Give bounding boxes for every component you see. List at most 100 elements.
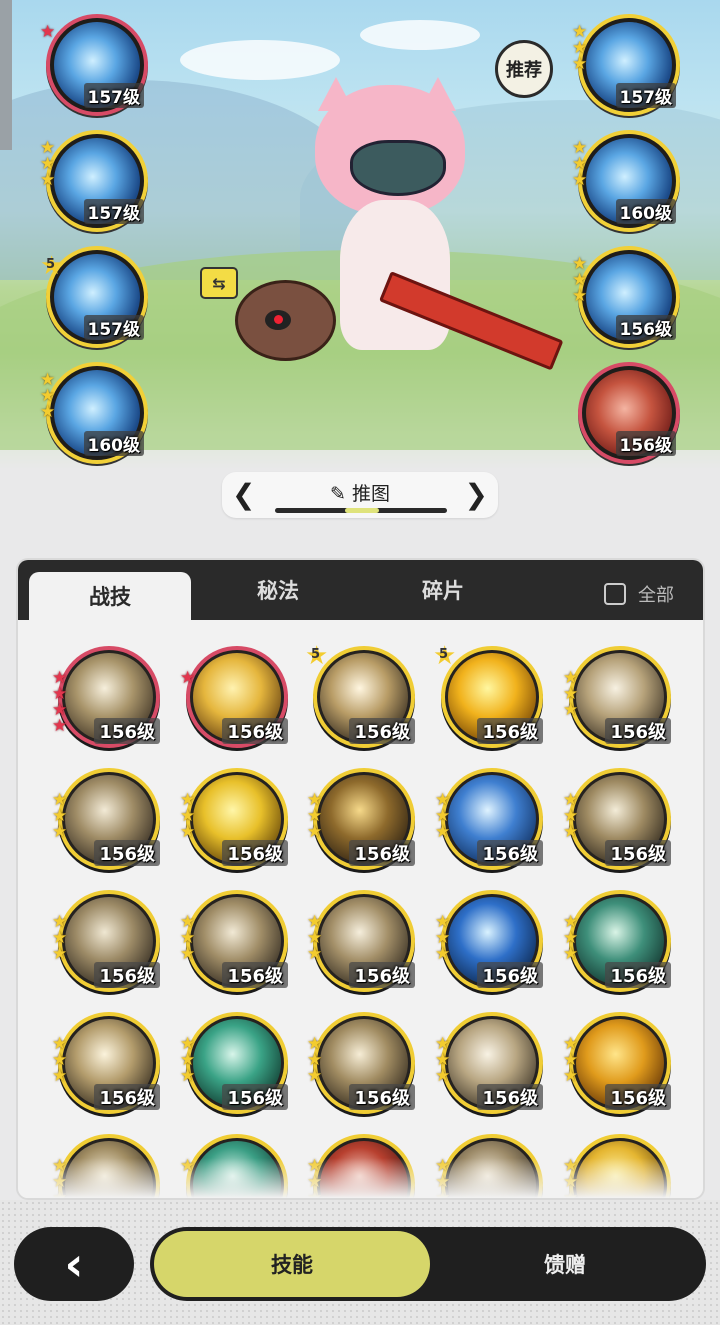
cloud bbox=[360, 20, 480, 50]
skill-level: 156级 bbox=[94, 718, 160, 744]
skill-grid-item[interactable]: 156级 ★ ★ ★ bbox=[305, 1010, 415, 1116]
skill-grid-item[interactable]: 156级 ★ 5 bbox=[305, 643, 415, 750]
skill-grid: 156级 ★ ★ ★ ★ 156级 ★ 156级 ★ 5 156级 ★ 5 156级 ★ ★ ★ 156级 ★ ★ ★ 1… bbox=[18, 620, 703, 1198]
skill-level: 157级 bbox=[83, 83, 144, 108]
star-rank-badge: ★ 5 bbox=[305, 643, 329, 669]
show-all-label: 全部 bbox=[638, 585, 674, 606]
star-icon: ★ bbox=[52, 944, 68, 964]
tab-combat-skills[interactable]: 战技 bbox=[29, 572, 191, 620]
skill-grid-item[interactable]: 156级 ★ ★ ★ bbox=[433, 1010, 543, 1116]
star-rating: ★★★ bbox=[40, 372, 56, 422]
star-rating: ★★★ bbox=[180, 1036, 196, 1086]
equipped-skill-slot[interactable]: 157级 ★ ★ ★ bbox=[40, 130, 148, 232]
show-all-checkbox[interactable] bbox=[604, 583, 626, 605]
star-rating: ★★★ bbox=[563, 914, 578, 963]
skill-level: 156级 bbox=[605, 840, 671, 866]
tab-bar: 战技 秘法 碎片 全部 bbox=[18, 560, 703, 620]
skill-grid-item[interactable]: 156级 ★ ★ ★ bbox=[561, 1010, 671, 1116]
tab-skills[interactable]: 技能 bbox=[154, 1231, 430, 1297]
equipped-skill-slot[interactable]: 160级 ★ ★ ★ bbox=[40, 362, 148, 464]
star-rank-number: 5 bbox=[46, 257, 56, 272]
star-rank-badge: ★ 5 bbox=[40, 253, 64, 279]
back-icon: ‹ bbox=[64, 1237, 84, 1291]
star-icon: ★ bbox=[307, 1066, 323, 1086]
star-rating: ★★★ bbox=[52, 1036, 68, 1086]
star-rating: ★★★ bbox=[435, 792, 451, 842]
skill-grid-item[interactable]: 156级 ★ ★ ★ bbox=[561, 644, 671, 750]
equipped-skill-slot[interactable]: 157级 ★ ★ ★ bbox=[572, 14, 680, 116]
star-icon: ★ bbox=[40, 402, 56, 422]
star-icon: ★ bbox=[180, 944, 196, 964]
skill-level: 156级 bbox=[349, 718, 415, 744]
battle-scene: 157级 ★ 157级 ★ ★ ★ 157级 ★ 5 160级 ★ ★ ★ 157级 ★ ★ ★ 160级 ★ ★ ★… bbox=[0, 0, 720, 470]
skill-grid-item[interactable]: 156级 ★ ★ ★ bbox=[305, 888, 415, 994]
star-icon: ★ bbox=[180, 668, 196, 688]
skill-level: 156级 bbox=[477, 718, 543, 744]
star-rating: ★★★ bbox=[563, 1036, 578, 1085]
star-icon: ★ bbox=[435, 822, 451, 842]
skill-grid-item[interactable]: 156级 ★ ★ ★ bbox=[50, 766, 160, 872]
equipped-skill-slot[interactable]: 156级 bbox=[578, 362, 680, 464]
skill-grid-item[interactable]: 156级 ★ ★ ★ bbox=[433, 888, 543, 994]
star-icon: ★ bbox=[180, 822, 196, 842]
star-icon: ★ bbox=[40, 170, 56, 190]
skill-grid-item[interactable]: 156级 ★ ★ ★ bbox=[178, 766, 288, 872]
skill-grid-item[interactable]: 156级 ★ 5 bbox=[433, 643, 543, 750]
star-rank-number: 5 bbox=[439, 647, 449, 662]
star-rating: ★★★ bbox=[52, 792, 68, 842]
equipped-skill-slot[interactable]: 157级 ★ bbox=[40, 14, 148, 116]
skill-level: 156级 bbox=[605, 962, 671, 988]
next-mode-icon[interactable]: ❯ bbox=[465, 478, 488, 511]
skill-grid-item[interactable]: 156级 ★ ★ ★ bbox=[178, 1010, 288, 1116]
skill-grid-item[interactable]: 156级 ★ ★ ★ bbox=[305, 766, 415, 872]
skill-level: 156级 bbox=[94, 1084, 160, 1110]
skill-grid-item[interactable]: 156级 ★ ★ ★ bbox=[50, 1010, 160, 1116]
skill-grid-item[interactable]: 156级 ★ ★ ★ bbox=[561, 888, 671, 994]
skill-level: 156级 bbox=[477, 1084, 543, 1110]
star-icon: ★ bbox=[563, 700, 579, 720]
star-icon: ★ bbox=[40, 22, 56, 42]
tab-fragments[interactable]: 碎片 bbox=[383, 560, 503, 620]
star-icon: ★ bbox=[52, 716, 68, 736]
star-rating: ★★★ bbox=[572, 24, 588, 74]
hero-character bbox=[230, 77, 564, 375]
recommend-label: 推荐 bbox=[506, 60, 542, 81]
star-icon: ★ bbox=[52, 1066, 68, 1086]
scroll-fade bbox=[18, 1158, 703, 1198]
tab-gifts[interactable]: 馈赠 bbox=[440, 1231, 690, 1297]
skill-level: 157级 bbox=[83, 199, 144, 224]
star-rating: ★★★ bbox=[563, 670, 579, 720]
star-rank-number: 5 bbox=[311, 647, 321, 662]
equipped-skill-slot[interactable]: 157级 ★ 5 bbox=[40, 246, 148, 348]
skill-grid-item[interactable]: 156级 ★ bbox=[178, 644, 288, 750]
skill-level: 156级 bbox=[477, 962, 543, 988]
star-rating: ★ bbox=[180, 668, 196, 688]
skill-level: 156级 bbox=[615, 315, 676, 340]
back-button[interactable]: ‹ bbox=[14, 1227, 134, 1301]
skill-grid-item[interactable]: 156级 ★ ★ ★ bbox=[178, 888, 288, 994]
side-tab[interactable] bbox=[0, 0, 12, 150]
show-all-toggle[interactable]: 全部 bbox=[604, 581, 674, 607]
skill-level: 156级 bbox=[94, 840, 160, 866]
tab-secret-arts[interactable]: 秘法 bbox=[218, 560, 338, 620]
skill-grid-item[interactable]: 156级 ★ ★ ★ ★ bbox=[50, 644, 160, 750]
star-icon: ★ bbox=[572, 286, 588, 306]
star-icon: ★ bbox=[572, 54, 588, 74]
equipped-skill-slot[interactable]: 160级 ★ ★ ★ bbox=[572, 130, 680, 232]
star-rating: ★★★ bbox=[563, 792, 578, 841]
skill-level: 157级 bbox=[615, 83, 676, 108]
star-icon: ★ bbox=[435, 1066, 451, 1086]
skill-grid-item[interactable]: 156级 ★ ★ ★ bbox=[561, 766, 671, 872]
skill-level: 156级 bbox=[615, 431, 676, 456]
star-rank-badge: ★ 5 bbox=[433, 643, 457, 669]
skill-level: 156级 bbox=[222, 1084, 288, 1110]
star-icon: ★ bbox=[180, 1066, 196, 1086]
star-icon: ★ bbox=[307, 822, 323, 842]
skill-grid-item[interactable]: 156级 ★ ★ ★ bbox=[433, 766, 543, 872]
skill-grid-item[interactable]: 156级 ★ ★ ★ bbox=[50, 888, 160, 994]
equipped-skill-slot[interactable]: 156级 ★ ★ ★ bbox=[572, 246, 680, 348]
star-rating: ★★★ bbox=[52, 914, 68, 964]
star-icon: ★ bbox=[572, 170, 588, 190]
star-icon: ★ bbox=[52, 822, 68, 842]
star-rating: ★★★ bbox=[307, 914, 322, 963]
